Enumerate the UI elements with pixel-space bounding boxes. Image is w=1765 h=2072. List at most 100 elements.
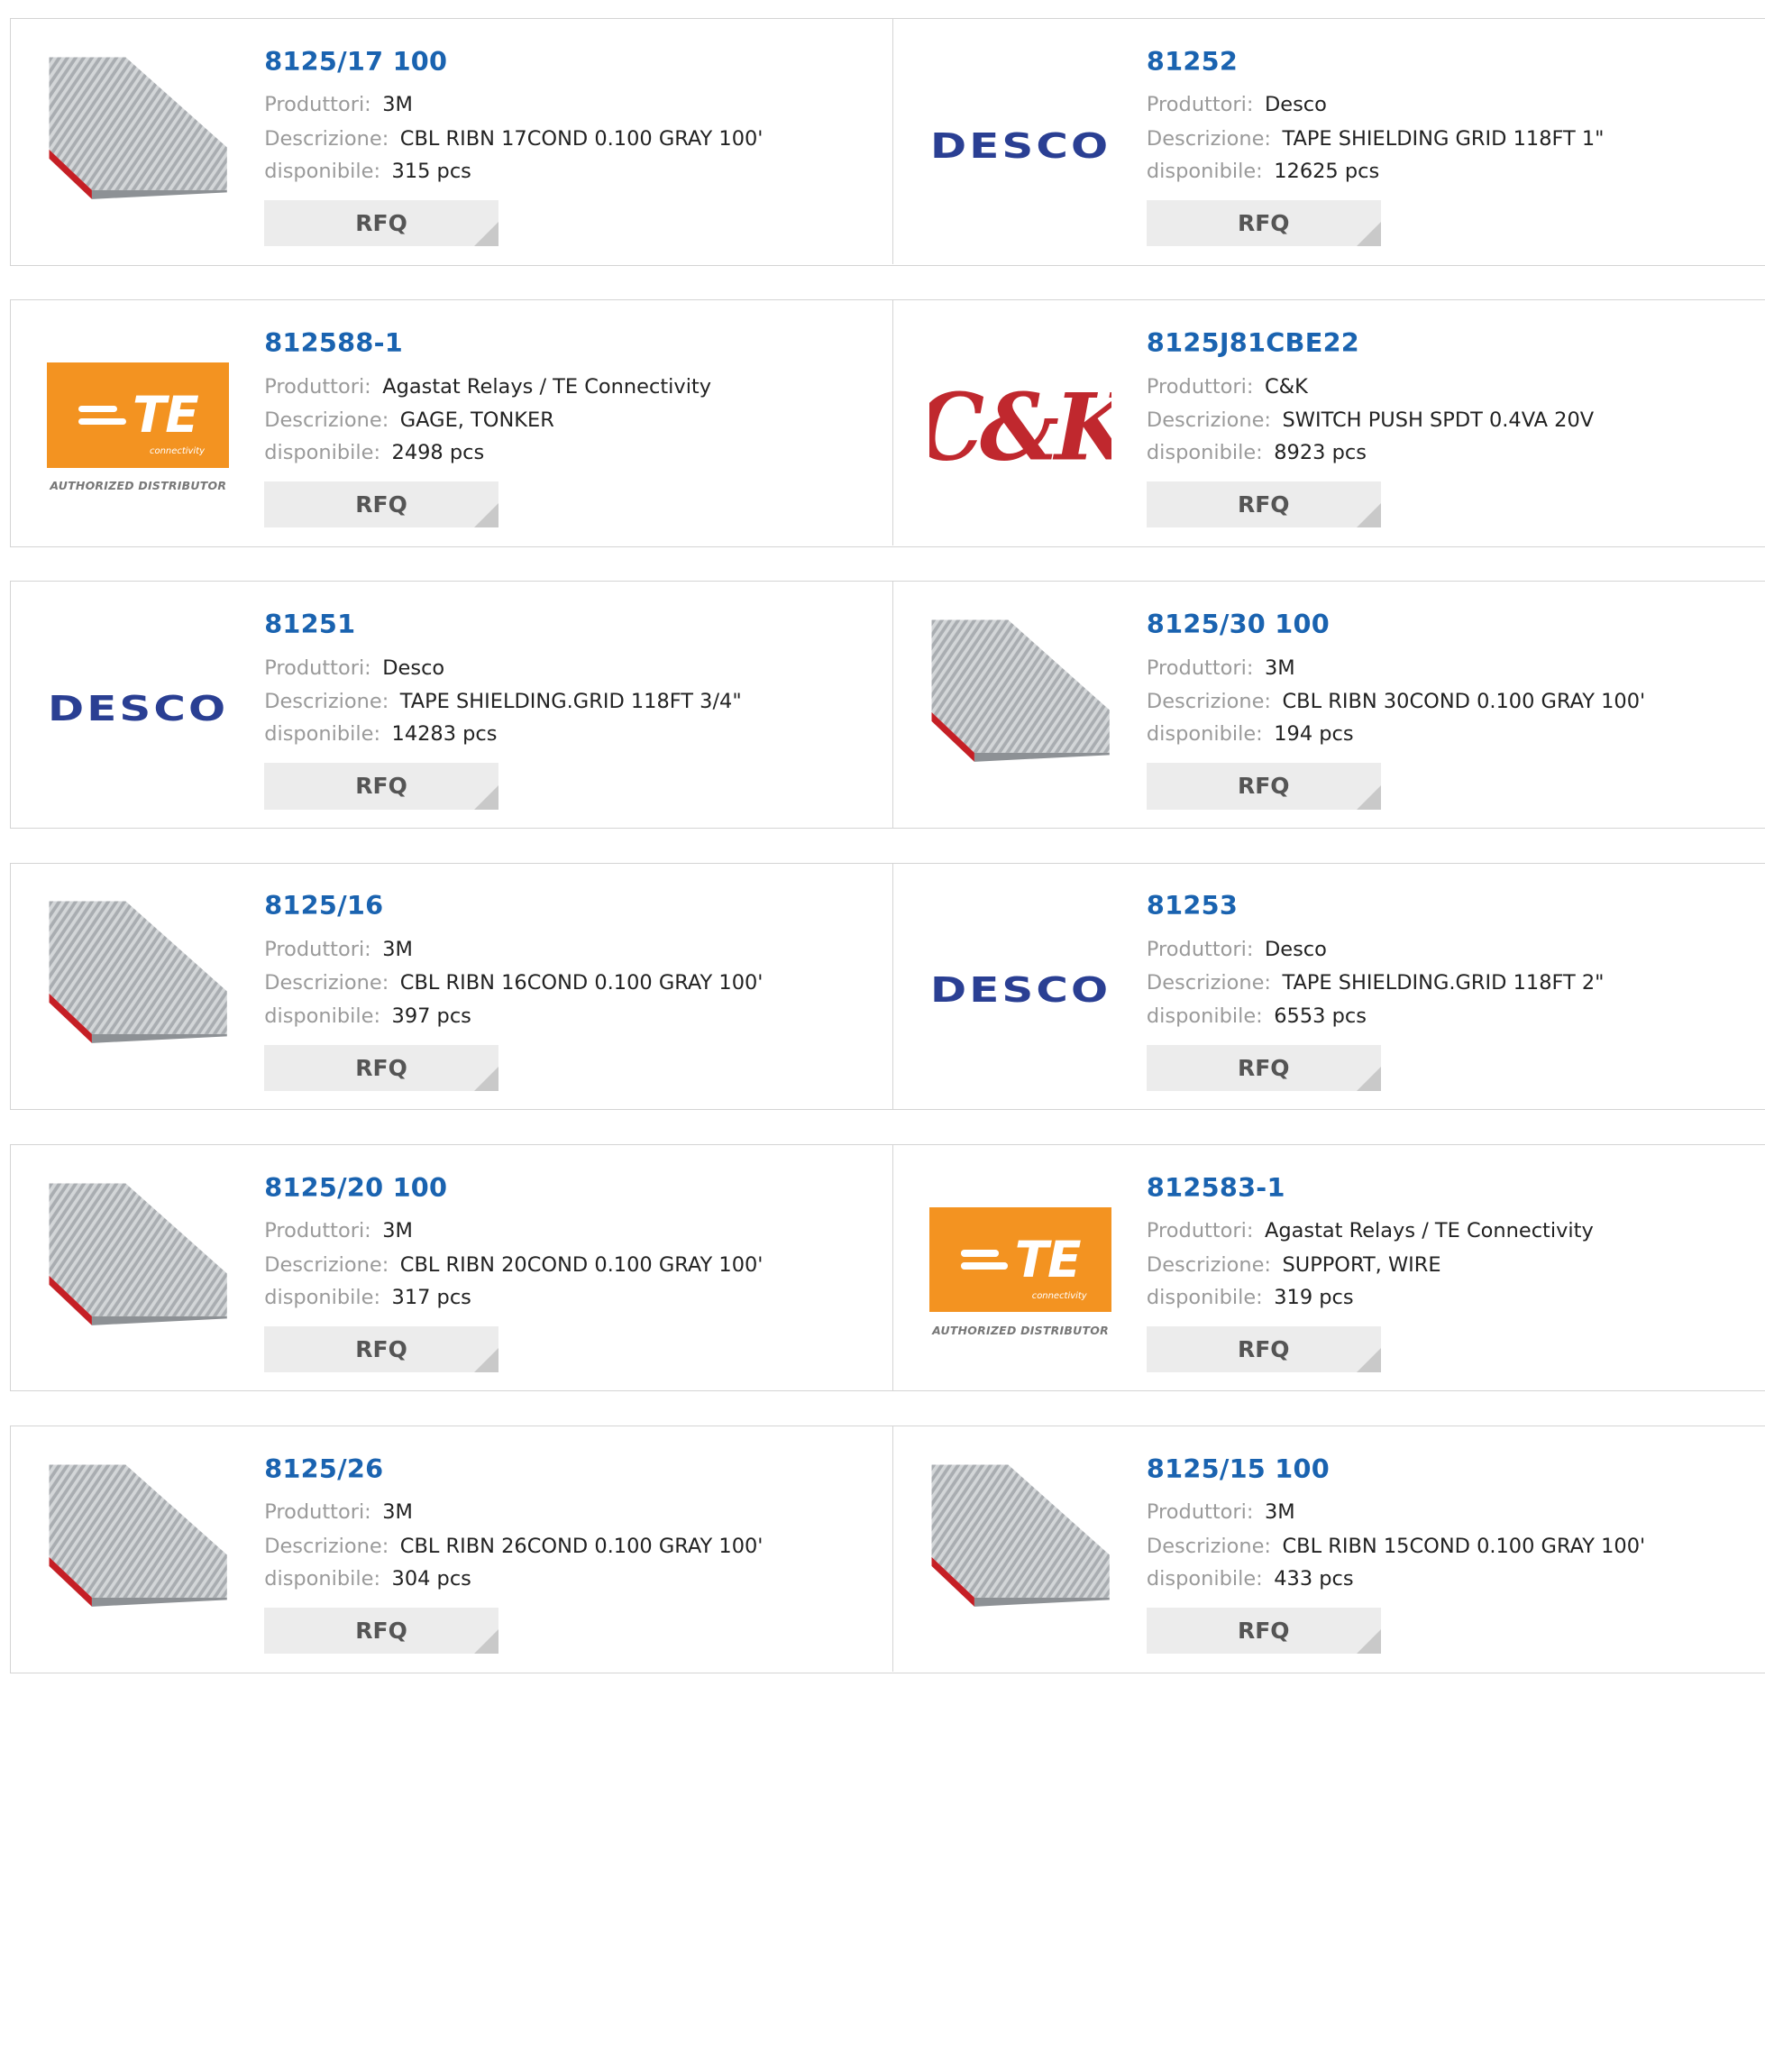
product-title-link[interactable]: 8125/16 — [264, 890, 383, 921]
rfq-button-label: RFQ — [1238, 1054, 1290, 1081]
product-row: DESCO 81251 Produttori: Desco Descrizione: TA… — [10, 581, 1765, 830]
rfq-button-label: RFQ — [355, 491, 407, 518]
product-title-link[interactable]: 8125J81CBE22 — [1147, 327, 1359, 358]
product-title-link[interactable]: 81253 — [1147, 890, 1238, 921]
manufacturer-line-label: Produttori: — [264, 93, 371, 117]
description-line-label: Descrizione: — [1146, 690, 1271, 714]
description-line-label: Descrizione: — [1146, 126, 1271, 151]
rfq-button[interactable]: RFQ — [1146, 1325, 1381, 1372]
manufacturer-line: Produttori: Agastat Relays / TE Connectiv… — [264, 375, 711, 399]
product-card: 8125/16 Produttori: 3M Descrizione: CBL RIBN… — [11, 864, 892, 1109]
rfq-button[interactable]: RFQ — [264, 1044, 498, 1091]
te-logo-block: TE connectivity AUTHORIZED DISTRIBUTOR — [928, 1206, 1112, 1337]
availability-line-label: disponibile: — [1146, 722, 1263, 747]
manufacturer-line-label: Produttori: — [264, 1219, 371, 1243]
rfq-button[interactable]: RFQ — [1146, 763, 1381, 810]
rfq-button[interactable]: RFQ — [1146, 200, 1381, 247]
rfq-button[interactable]: RFQ — [1146, 481, 1381, 528]
product-image — [47, 899, 229, 1081]
manufacturer-line: Produttori: 3M — [264, 938, 413, 961]
availability-line-value: 397 pcs — [391, 1004, 471, 1028]
product-title-link[interactable]: 812583-1 — [1147, 1172, 1285, 1203]
product-card: 8125/15 100 Produttori: 3M Descrizione: CBL … — [892, 1426, 1765, 1673]
product-card: TE connectivity AUTHORIZED DISTRIBUTOR 8125… — [892, 1144, 1765, 1390]
description-line: Descrizione: TAPE SHIELDING.GRID 118FT 3/… — [264, 690, 741, 713]
manufacturer-line: Produttori: 3M — [264, 1500, 413, 1524]
te-logo-box: TE connectivity — [928, 1206, 1112, 1313]
ribbon-cable-image — [49, 1464, 227, 1607]
description-line-label: Descrizione: — [264, 1252, 389, 1277]
availability-line: disponibile: 397 pcs — [264, 1004, 471, 1028]
availability-line-label: disponibile: — [264, 1566, 381, 1591]
corner-triangle-icon — [1356, 1629, 1381, 1655]
availability-line-label: disponibile: — [1146, 1004, 1263, 1028]
rfq-button-label: RFQ — [1238, 1617, 1290, 1644]
description-line-value: CBL RIBN 16COND 0.100 GRAY 100' — [399, 971, 764, 995]
corner-triangle-icon — [473, 1629, 498, 1655]
te-logo-box: TE connectivity — [47, 362, 230, 468]
manufacturer-line: Produttori: Desco — [264, 656, 444, 680]
description-line-value: CBL RIBN 17COND 0.100 GRAY 100' — [399, 126, 764, 151]
product-title-link[interactable]: 81251 — [264, 609, 355, 639]
product-title-link[interactable]: 8125/15 100 — [1147, 1453, 1330, 1484]
corner-triangle-icon — [1356, 222, 1381, 247]
availability-line-value: 433 pcs — [1274, 1566, 1354, 1591]
product-card: 8125/26 Produttori: 3M Descrizione: CBL RIBN… — [11, 1426, 892, 1672]
rfq-button[interactable]: RFQ — [1146, 1044, 1381, 1091]
product-card: 8125/20 100 Produttori: 3M Descrizione: CBL … — [11, 1145, 892, 1390]
description-line-label: Descrizione: — [264, 971, 389, 995]
manufacturer-line-label: Produttori: — [1146, 937, 1254, 961]
description-line-value: CBL RIBN 26COND 0.100 GRAY 100' — [399, 1534, 764, 1558]
description-line-label: Descrizione: — [264, 1534, 389, 1558]
product-card: 8125/30 100 Produttori: 3M Descrizione: CBL … — [892, 582, 1765, 828]
desco-logo-text: DESCO — [48, 688, 229, 729]
availability-line-value: 315 pcs — [391, 160, 471, 184]
corner-triangle-icon — [473, 1067, 498, 1091]
product-card: 8125/17 100 Produttori: 3M Descrizione: CBL … — [11, 19, 892, 264]
description-line-label: Descrizione: — [264, 690, 389, 714]
manufacturer-line: Produttori: Desco — [1147, 93, 1327, 116]
te-connectivity-logo: TE connectivity AUTHORIZED DISTRIBUTOR — [47, 336, 230, 518]
product-title-link[interactable]: 8125/30 100 — [1147, 609, 1330, 639]
availability-line-value: 317 pcs — [391, 1285, 471, 1309]
product-title-link[interactable]: 812588-1 — [264, 327, 403, 358]
rfq-button-label: RFQ — [355, 210, 407, 237]
manufacturer-line-label: Produttori: — [1146, 656, 1254, 680]
manufacturer-line: Produttori: 3M — [264, 93, 413, 116]
desco-logo: DESCO — [929, 899, 1111, 1081]
description-line: Descrizione: GAGE, TONKER — [264, 408, 554, 432]
product-title-link[interactable]: 8125/26 — [264, 1453, 383, 1484]
availability-line: disponibile: 304 pcs — [264, 1567, 471, 1591]
rfq-button[interactable]: RFQ — [264, 1325, 498, 1372]
product-card: DESCO 81252 Produttori: Desco Descrizione: TA… — [892, 18, 1765, 265]
manufacturer-line-value: 3M — [382, 1219, 413, 1243]
description-line: Descrizione: CBL RIBN 26COND 0.100 GRAY 1… — [264, 1535, 763, 1558]
rfq-button[interactable]: RFQ — [264, 200, 498, 247]
rfq-button[interactable]: RFQ — [1146, 1607, 1381, 1655]
availability-line: disponibile: 14283 pcs — [264, 722, 497, 746]
product-title-link[interactable]: 81252 — [1147, 46, 1238, 77]
product-title-link[interactable]: 8125/20 100 — [264, 1172, 447, 1203]
corner-triangle-icon — [1356, 785, 1381, 810]
corner-triangle-icon — [1356, 1067, 1381, 1091]
corner-triangle-icon — [1356, 1348, 1381, 1372]
product-image — [929, 1462, 1111, 1645]
desco-logo-text: DESCO — [929, 125, 1111, 167]
availability-line-label: disponibile: — [264, 1285, 381, 1309]
te-lines-icon — [78, 405, 126, 426]
rfq-button[interactable]: RFQ — [264, 763, 498, 810]
description-line-value: SWITCH PUSH SPDT 0.4VA 20V — [1282, 408, 1595, 433]
authorized-distributor-text: AUTHORIZED DISTRIBUTOR — [50, 479, 227, 493]
rfq-button-label: RFQ — [1238, 210, 1290, 237]
manufacturer-line-value: 3M — [382, 1500, 413, 1525]
product-title-link[interactable]: 8125/17 100 — [264, 46, 447, 77]
te-lines-icon — [960, 1250, 1009, 1270]
availability-line-value: 12625 pcs — [1274, 160, 1380, 184]
rfq-button-label: RFQ — [355, 1617, 407, 1644]
description-line-value: CBL RIBN 30COND 0.100 GRAY 100' — [1282, 690, 1646, 714]
availability-line: disponibile: 315 pcs — [264, 160, 471, 183]
manufacturer-line-value: Agastat Relays / TE Connectivity — [382, 374, 712, 399]
rfq-button[interactable]: RFQ — [264, 481, 498, 528]
rfq-button[interactable]: RFQ — [264, 1607, 498, 1655]
manufacturer-line-label: Produttori: — [1146, 1500, 1254, 1525]
